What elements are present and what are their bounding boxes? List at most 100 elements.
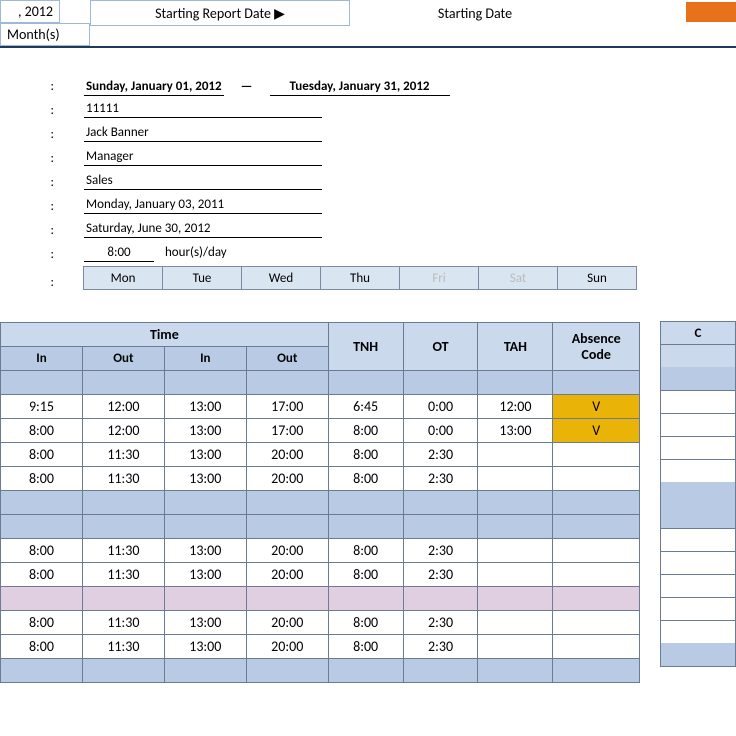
cell-ot[interactable] bbox=[403, 371, 478, 395]
cell-in1[interactable]: 8:00 bbox=[1, 563, 83, 587]
cell-tah[interactable] bbox=[478, 587, 553, 611]
cell-in2[interactable]: 13:00 bbox=[164, 467, 246, 491]
cell-in2[interactable]: 13:00 bbox=[164, 563, 246, 587]
cell-tnh[interactable]: 8:00 bbox=[328, 611, 403, 635]
cell-abs[interactable] bbox=[553, 515, 640, 539]
day-thu[interactable]: Thu bbox=[320, 266, 400, 290]
cell-out2[interactable]: 20:00 bbox=[246, 563, 328, 587]
cell-abs[interactable] bbox=[553, 587, 640, 611]
cell-in1[interactable]: 9:15 bbox=[1, 395, 83, 419]
cell-tah[interactable] bbox=[478, 515, 553, 539]
cell-ot[interactable]: 0:00 bbox=[403, 419, 478, 443]
table-row[interactable]: 8:0011:3013:0020:008:002:30 bbox=[1, 611, 640, 635]
starting-report-date-cell[interactable]: Starting Report Date ▶ bbox=[90, 0, 350, 26]
cell-tah[interactable] bbox=[478, 491, 553, 515]
cell-tnh[interactable]: 6:45 bbox=[328, 395, 403, 419]
cell-tah[interactable] bbox=[478, 611, 553, 635]
cell-ot[interactable] bbox=[403, 659, 478, 683]
cell-tah[interactable] bbox=[478, 371, 553, 395]
cell-out2[interactable] bbox=[246, 587, 328, 611]
cell-out1[interactable]: 11:30 bbox=[82, 467, 164, 491]
cell-ot[interactable] bbox=[403, 515, 478, 539]
table-row[interactable]: 8:0011:3013:0020:008:002:30 bbox=[1, 563, 640, 587]
day-fri[interactable]: Fri bbox=[399, 266, 479, 290]
cell-tnh[interactable] bbox=[328, 515, 403, 539]
cell-in1[interactable] bbox=[1, 515, 83, 539]
cell-ot[interactable] bbox=[403, 491, 478, 515]
cell-tnh[interactable]: 8:00 bbox=[328, 635, 403, 659]
cell-abs[interactable] bbox=[553, 371, 640, 395]
cell-out2[interactable]: 20:00 bbox=[246, 611, 328, 635]
cell-out2[interactable]: 20:00 bbox=[246, 539, 328, 563]
table-row[interactable]: 8:0011:3013:0020:008:002:30 bbox=[1, 635, 640, 659]
cell-in2[interactable] bbox=[164, 587, 246, 611]
cell-abs[interactable] bbox=[553, 443, 640, 467]
cell-in1[interactable] bbox=[1, 587, 83, 611]
months-cell[interactable]: Month(s) bbox=[0, 23, 90, 46]
cell-in2[interactable] bbox=[164, 371, 246, 395]
day-wed[interactable]: Wed bbox=[241, 266, 321, 290]
cell-out1[interactable]: 11:30 bbox=[82, 539, 164, 563]
cell-tnh[interactable]: 8:00 bbox=[328, 563, 403, 587]
cell-tnh[interactable] bbox=[328, 587, 403, 611]
cell-tnh[interactable] bbox=[328, 371, 403, 395]
cell-abs[interactable]: V bbox=[553, 419, 640, 443]
cell-out1[interactable] bbox=[82, 659, 164, 683]
cell-in2[interactable] bbox=[164, 659, 246, 683]
table-row[interactable] bbox=[1, 587, 640, 611]
table-row[interactable]: 8:0012:0013:0017:008:000:0013:00V bbox=[1, 419, 640, 443]
table-row[interactable] bbox=[1, 371, 640, 395]
cell-in1[interactable]: 8:00 bbox=[1, 443, 83, 467]
cell-tnh[interactable]: 8:00 bbox=[328, 419, 403, 443]
table-row[interactable]: 8:0011:3013:0020:008:002:30 bbox=[1, 467, 640, 491]
cell-tnh[interactable] bbox=[328, 491, 403, 515]
cell-out2[interactable] bbox=[246, 371, 328, 395]
cell-tnh[interactable] bbox=[328, 659, 403, 683]
cell-in1[interactable]: 8:00 bbox=[1, 539, 83, 563]
cell-in2[interactable]: 13:00 bbox=[164, 443, 246, 467]
cell-out1[interactable] bbox=[82, 587, 164, 611]
table-row[interactable] bbox=[1, 515, 640, 539]
cell-ot[interactable]: 2:30 bbox=[403, 563, 478, 587]
cell-tnh[interactable]: 8:00 bbox=[328, 443, 403, 467]
cell-in1[interactable]: 8:00 bbox=[1, 635, 83, 659]
cell-tah[interactable]: 13:00 bbox=[478, 419, 553, 443]
cell-tah[interactable] bbox=[478, 635, 553, 659]
cell-abs[interactable] bbox=[553, 611, 640, 635]
cell-in2[interactable]: 13:00 bbox=[164, 539, 246, 563]
table-row[interactable]: 9:1512:0013:0017:006:450:0012:00V bbox=[1, 395, 640, 419]
table-row[interactable] bbox=[1, 659, 640, 683]
cell-ot[interactable] bbox=[403, 587, 478, 611]
timesheet-table[interactable]: Time TNH OT TAH Absence Code In Out In O… bbox=[0, 322, 640, 683]
day-sat[interactable]: Sat bbox=[478, 266, 558, 290]
cell-tnh[interactable]: 8:00 bbox=[328, 467, 403, 491]
table-row[interactable] bbox=[1, 491, 640, 515]
table-row[interactable]: 8:0011:3013:0020:008:002:30 bbox=[1, 539, 640, 563]
cell-abs[interactable] bbox=[553, 539, 640, 563]
cell-in1[interactable]: 8:00 bbox=[1, 419, 83, 443]
cell-out2[interactable]: 20:00 bbox=[246, 467, 328, 491]
cell-out1[interactable] bbox=[82, 515, 164, 539]
cell-out2[interactable] bbox=[246, 491, 328, 515]
cell-in2[interactable] bbox=[164, 491, 246, 515]
cell-abs[interactable] bbox=[553, 563, 640, 587]
cell-out2[interactable] bbox=[246, 515, 328, 539]
cell-out2[interactable]: 20:00 bbox=[246, 635, 328, 659]
cell-in2[interactable]: 13:00 bbox=[164, 611, 246, 635]
cell-ot[interactable]: 2:30 bbox=[403, 611, 478, 635]
table-row[interactable]: 8:0011:3013:0020:008:002:30 bbox=[1, 443, 640, 467]
cell-abs[interactable] bbox=[553, 659, 640, 683]
cell-tah[interactable] bbox=[478, 539, 553, 563]
day-mon[interactable]: Mon bbox=[83, 266, 163, 290]
cell-out1[interactable]: 12:00 bbox=[82, 419, 164, 443]
cell-in2[interactable]: 13:00 bbox=[164, 635, 246, 659]
cell-abs[interactable]: V bbox=[553, 395, 640, 419]
cell-out1[interactable]: 12:00 bbox=[82, 395, 164, 419]
cell-in2[interactable]: 13:00 bbox=[164, 419, 246, 443]
cell-out1[interactable]: 11:30 bbox=[82, 611, 164, 635]
cell-tah[interactable] bbox=[478, 563, 553, 587]
cell-out2[interactable]: 17:00 bbox=[246, 395, 328, 419]
cell-tah[interactable] bbox=[478, 467, 553, 491]
cell-out1[interactable]: 11:30 bbox=[82, 443, 164, 467]
cell-ot[interactable]: 2:30 bbox=[403, 467, 478, 491]
